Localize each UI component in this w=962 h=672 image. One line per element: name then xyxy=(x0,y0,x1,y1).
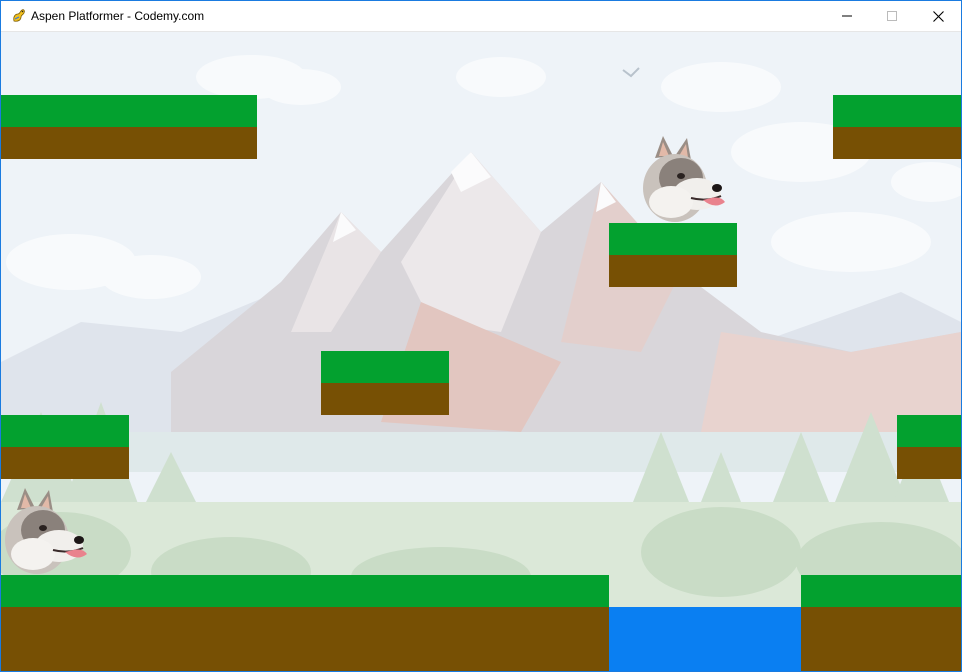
window-title: Aspen Platformer - Codemy.com xyxy=(31,9,205,23)
player-husky[interactable] xyxy=(3,488,89,576)
platform-upper-right xyxy=(833,95,961,159)
platform-left-mid xyxy=(1,415,129,479)
platform-center-high xyxy=(609,223,737,287)
maximize-button[interactable] xyxy=(869,1,915,31)
platform-right-mid xyxy=(897,415,961,479)
game-canvas[interactable] xyxy=(1,32,961,671)
enemy-husky xyxy=(643,136,725,222)
minimize-icon xyxy=(842,11,852,21)
pygame-snake-icon xyxy=(11,8,27,24)
title-bar[interactable]: Aspen Platformer - Codemy.com xyxy=(1,1,961,32)
ground-left xyxy=(1,575,609,671)
maximize-icon xyxy=(887,11,897,21)
husky-head-icon xyxy=(5,488,87,574)
game-window: Aspen Platformer - Codemy.com xyxy=(0,0,962,672)
close-icon xyxy=(932,10,944,22)
minimize-button[interactable] xyxy=(824,1,870,31)
water-pit xyxy=(609,607,801,671)
husky-head-icon xyxy=(643,136,725,222)
ground-right xyxy=(801,575,961,671)
platform-upper-left xyxy=(1,95,257,159)
platform-center-mid xyxy=(321,351,449,415)
close-button[interactable] xyxy=(915,1,961,31)
